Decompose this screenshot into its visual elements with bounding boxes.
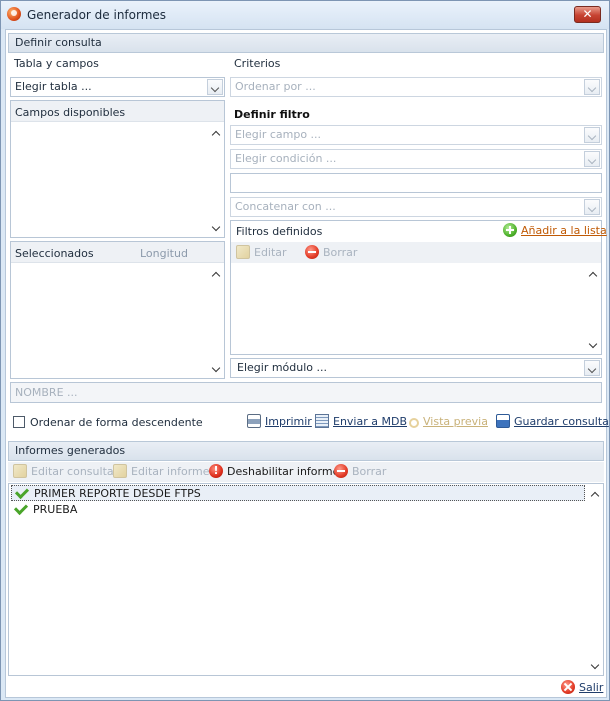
app-icon xyxy=(7,7,21,21)
chevron-down-icon[interactable] xyxy=(584,151,600,167)
scroll-up-icon[interactable] xyxy=(589,271,596,278)
elegir-campo-value: Elegir campo ... xyxy=(235,128,322,141)
enviar-a-mdb-button[interactable]: Enviar a MDB xyxy=(315,413,407,431)
enviar-a-mdb-label: Enviar a MDB xyxy=(333,415,407,428)
campos-disponibles-panel[interactable]: Campos disponibles xyxy=(10,100,225,238)
edit-icon xyxy=(13,464,27,478)
scrollbar[interactable] xyxy=(586,265,600,353)
editar-consulta-label: Editar consulta xyxy=(31,465,114,478)
tabla-y-campos-label: Tabla y campos xyxy=(14,57,99,70)
delete-icon xyxy=(334,464,348,478)
elegir-campo-combo[interactable]: Elegir campo ... xyxy=(230,125,602,145)
criterios-label: Criterios xyxy=(234,57,281,70)
report-label: PRIMER REPORTE DESDE FTPS xyxy=(34,487,201,500)
chevron-down-icon[interactable] xyxy=(584,79,600,95)
editar-informe-label: Editar informe xyxy=(131,465,210,478)
borrar-informe-label: Borrar xyxy=(352,465,387,478)
guardar-consulta-button[interactable]: Guardar consulta xyxy=(496,413,609,431)
printer-icon xyxy=(247,414,261,428)
scroll-down-icon[interactable] xyxy=(589,342,596,349)
window-title: Generador de informes xyxy=(27,8,167,22)
longitud-label: Longitud xyxy=(140,247,188,260)
definir-consulta-header: Definir consulta xyxy=(8,33,604,53)
salir-label: Salir xyxy=(579,681,604,694)
list-item[interactable]: PRIMER REPORTE DESDE FTPS xyxy=(11,484,585,501)
anadir-a-la-lista-label: Añadir a la lista xyxy=(521,224,607,237)
edit-icon xyxy=(236,245,250,259)
borrar-informe-button[interactable]: Borrar xyxy=(334,463,386,481)
ordenar-por-value: Ordenar por ... xyxy=(235,80,316,93)
vista-previa-label: Vista previa xyxy=(423,415,488,428)
ordenar-por-combo[interactable]: Ordenar por ... xyxy=(230,77,602,97)
anadir-a-la-lista-button[interactable]: Añadir a la lista xyxy=(503,222,607,240)
informes-toolbar: Editar consulta Editar informe Deshabili… xyxy=(8,462,604,482)
concatenar-con-combo[interactable]: Concatenar con ... xyxy=(230,197,602,217)
filter-value-input[interactable] xyxy=(230,173,602,193)
salir-button[interactable]: Salir xyxy=(561,679,603,697)
scrollbar[interactable] xyxy=(209,265,223,377)
elegir-tabla-value: Elegir tabla ... xyxy=(15,80,92,93)
delete-icon xyxy=(305,245,319,259)
scrollbar[interactable] xyxy=(209,124,223,236)
scrollbar[interactable] xyxy=(588,485,602,674)
warning-icon xyxy=(209,462,223,480)
scroll-up-icon[interactable] xyxy=(212,271,219,278)
elegir-tabla-combo[interactable]: Elegir tabla ... xyxy=(10,77,225,97)
check-icon xyxy=(13,500,29,516)
editar-consulta-button[interactable]: Editar consulta xyxy=(13,463,114,481)
scroll-down-icon[interactable] xyxy=(591,663,598,670)
ordenar-descendente-label: Ordenar de forma descendente xyxy=(30,416,203,429)
magnifier-icon xyxy=(409,418,419,428)
scroll-down-icon[interactable] xyxy=(212,366,219,373)
elegir-modulo-value: Elegir módulo ... xyxy=(237,361,328,374)
chevron-down-icon[interactable] xyxy=(584,127,600,143)
title-bar: Generador de informes ✕ xyxy=(1,1,609,29)
nombre-input[interactable]: NOMBRE ... xyxy=(10,382,602,403)
seleccionados-panel[interactable]: Seleccionados Longitud xyxy=(10,241,225,379)
imprimir-label: Imprimir xyxy=(265,415,312,428)
deshabilitar-informe-label: Deshabilitar informe xyxy=(227,465,340,478)
borrar-filtro-button[interactable]: Borrar xyxy=(305,244,357,262)
campos-disponibles-label: Campos disponibles xyxy=(15,106,126,119)
informes-list[interactable]: PRIMER REPORTE DESDE FTPS PRUEBA xyxy=(8,483,604,676)
filtros-toolbar: Editar Borrar xyxy=(231,242,601,263)
definir-filtro-label: Definir filtro xyxy=(234,108,310,121)
editar-filtro-button[interactable]: Editar xyxy=(236,244,287,262)
scroll-up-icon[interactable] xyxy=(212,130,219,137)
filtros-definidos-label: Filtros definidos xyxy=(236,225,323,238)
add-icon xyxy=(503,223,517,237)
deshabilitar-informe-button[interactable]: Deshabilitar informe xyxy=(209,462,340,481)
borrar-label: Borrar xyxy=(323,246,358,259)
scroll-up-icon[interactable] xyxy=(591,491,598,498)
guardar-consulta-label: Guardar consulta xyxy=(514,415,609,428)
save-icon xyxy=(496,414,510,428)
vista-previa-button[interactable]: Vista previa xyxy=(409,413,488,431)
filtros-definidos-panel: Filtros definidos Añadir a la lista Edit… xyxy=(230,220,607,355)
edit-icon xyxy=(113,464,127,478)
database-icon xyxy=(315,414,329,428)
elegir-condicion-combo[interactable]: Elegir condición ... xyxy=(230,149,602,169)
imprimir-button[interactable]: Imprimir xyxy=(247,413,312,431)
concatenar-con-value: Concatenar con ... xyxy=(235,200,336,213)
elegir-condicion-value: Elegir condición ... xyxy=(235,152,337,165)
informes-generados-header: Informes generados xyxy=(8,441,604,461)
elegir-modulo-combo[interactable]: Elegir módulo ... xyxy=(230,358,602,378)
editar-label: Editar xyxy=(254,246,287,259)
report-generator-window: Generador de informes ✕ Definir consulta… xyxy=(0,0,610,701)
seleccionados-label: Seleccionados xyxy=(15,247,94,260)
chevron-down-icon[interactable] xyxy=(207,79,223,95)
scroll-down-icon[interactable] xyxy=(212,225,219,232)
report-label: PRUEBA xyxy=(33,503,78,516)
check-icon xyxy=(14,484,30,500)
chevron-down-icon[interactable] xyxy=(584,360,600,376)
close-button[interactable]: ✕ xyxy=(574,6,601,23)
client-area: Definir consulta Tabla y campos Criterio… xyxy=(5,29,609,698)
list-item[interactable]: PRUEBA xyxy=(11,500,585,518)
ordenar-descendente-checkbox[interactable] xyxy=(13,416,25,428)
editar-informe-button[interactable]: Editar informe xyxy=(113,463,210,481)
chevron-down-icon[interactable] xyxy=(584,199,600,215)
exit-icon xyxy=(561,680,575,694)
